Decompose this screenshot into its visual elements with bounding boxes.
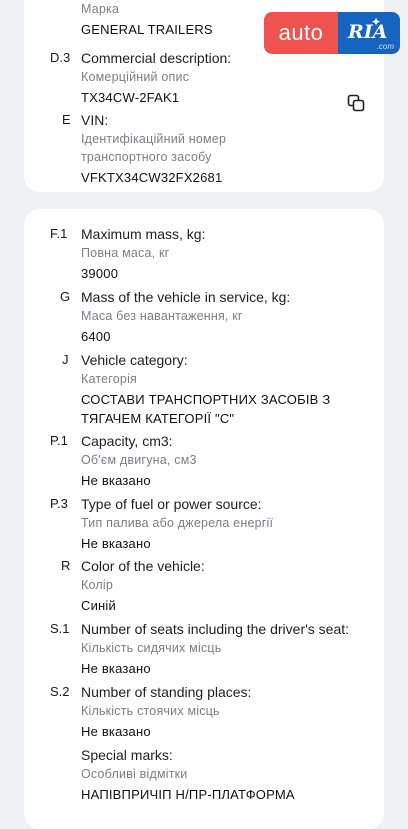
field-code: S.1: [50, 621, 70, 636]
field-subtitle: Категорія: [81, 372, 138, 386]
field-code: P.3: [50, 496, 68, 511]
field-code: J: [62, 352, 69, 367]
logo-auto-text: auto: [264, 12, 338, 54]
field-title: Type of fuel or power source:: [81, 496, 262, 512]
field-subtitle-line2: транспортного засобу: [81, 150, 212, 164]
field-title: Color of the vehicle:: [81, 558, 205, 574]
field-title: Number of seats including the driver's s…: [81, 621, 350, 637]
field-subtitle: Особливі відмітки: [81, 767, 188, 781]
field-value: 6400: [81, 329, 111, 344]
field-value: 39000: [81, 266, 119, 281]
vin-value: VFKTX34CW32FX2681: [81, 170, 223, 185]
field-value-line1: СОСТАВИ ТРАНСПОРТНИХ ЗАСОБІВ З: [81, 392, 331, 407]
field-value: Не вказано: [81, 661, 151, 676]
field-title: VIN:: [81, 112, 109, 128]
field-title: Special marks:: [81, 747, 173, 763]
field-code: D.3: [50, 50, 71, 65]
field-subtitle: Повна маса, кг: [81, 246, 170, 260]
field-title: Capacity, cm3:: [81, 433, 173, 449]
field-value: Не вказано: [81, 473, 151, 488]
field-value: Не вказано: [81, 536, 151, 551]
copy-vin-button[interactable]: [347, 94, 365, 112]
field-subtitle: Колір: [81, 578, 113, 592]
autoria-logo: auto ✦ RIA .com: [264, 12, 400, 54]
field-code: R: [61, 558, 71, 573]
field-value-line2: ТЯГАЧЕМ КАТЕГОРІЇ "C": [81, 411, 235, 426]
field-subtitle: Кількість стоячих місць: [81, 704, 220, 718]
field-value: TX34CW-2FAK1: [81, 90, 180, 105]
copy-icon: [347, 94, 365, 112]
field-subtitle-line1: Ідентифікаційний номер: [81, 132, 227, 146]
field-code: G: [60, 289, 71, 304]
field-value: Не вказано: [81, 724, 151, 739]
field-subtitle: Комерційний опис: [81, 70, 190, 84]
field-code: F.1: [50, 226, 68, 241]
field-title: Vehicle category:: [81, 352, 188, 368]
field-subtitle: Тип палива або джерела енергії: [81, 516, 274, 530]
logo-com-text: .com: [376, 42, 394, 51]
field-title: Mass of the vehicle in service, kg:: [81, 289, 291, 305]
field-subtitle: Кількість сидячих місць: [81, 641, 222, 655]
field-code: S.2: [50, 684, 70, 699]
field-value: НАПІВПРИЧІП Н/ПР-ПЛАТФОРМА: [81, 787, 295, 802]
field-code: E: [62, 112, 71, 127]
field-title: Number of standing places:: [81, 684, 252, 700]
field-subtitle: Маса без навантаження, кг: [81, 309, 243, 323]
logo-ria-block: ✦ RIA .com: [338, 12, 400, 54]
field-value: Синій: [81, 598, 116, 613]
field-title: Maximum mass, kg:: [81, 226, 206, 242]
field-code: P.1: [50, 433, 68, 448]
field-subtitle: Об'єм двигуна, см3: [81, 453, 197, 467]
registration-card-bottom: F.1 Maximum mass, kg: Повна маса, кг 390…: [24, 209, 384, 829]
